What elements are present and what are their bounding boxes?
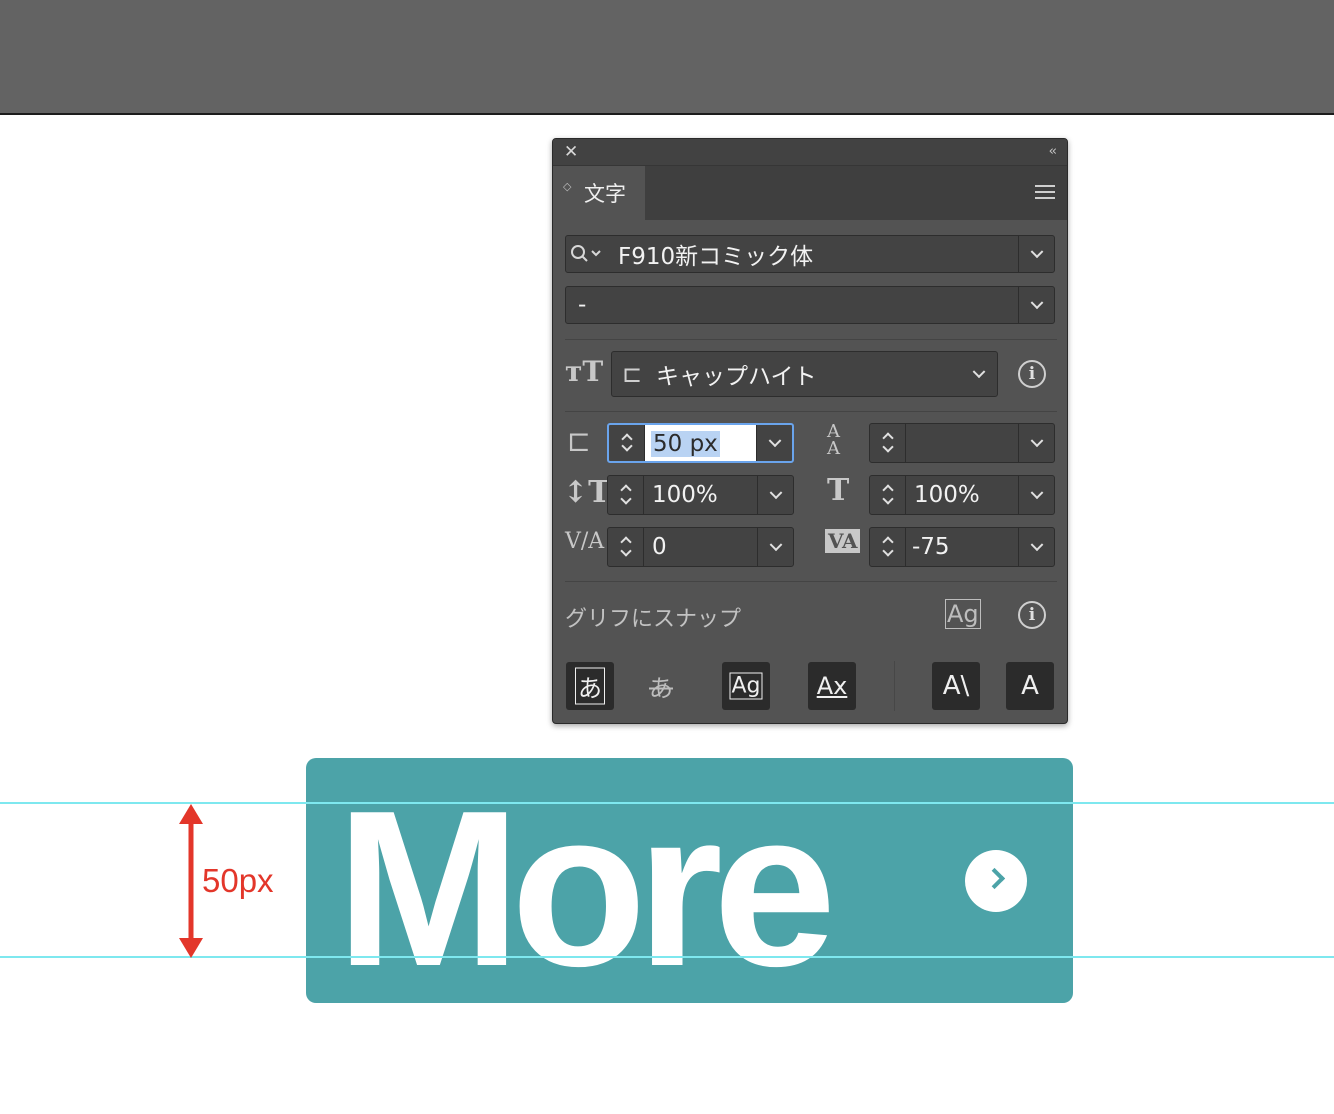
info-icon[interactable]: i (1018, 360, 1046, 388)
snap-glyph-bounds-button[interactable]: Ag (722, 662, 770, 710)
chevron-down-icon (768, 434, 781, 448)
horizontal-scale-value: 100% (914, 482, 980, 508)
snap-to-glyph-label: グリフにスナップ (565, 607, 742, 632)
size-reference-value: キャップハイト (656, 364, 817, 390)
measure-arrow-icon (179, 804, 203, 958)
tracking-dropdown[interactable] (1018, 528, 1054, 566)
horizontal-scale-stepper[interactable] (870, 476, 906, 514)
snap-glyph-icon[interactable]: Ag (945, 599, 981, 629)
tab-expand-icon[interactable]: ◇ (563, 181, 571, 192)
a-slant-glyph: A\ (942, 671, 970, 701)
horizontal-scale-dropdown[interactable] (1018, 476, 1054, 514)
chevron-down-icon (769, 538, 782, 552)
vertical-scale-field[interactable]: 100% (607, 475, 794, 515)
size-reference-select[interactable]: ⊏ キャップハイト (611, 351, 998, 397)
panel-tab-bar: ◇ 文字 (553, 166, 1067, 220)
divider (565, 581, 1057, 582)
font-size-value: 50 px (651, 431, 720, 457)
chevron-down-icon (1030, 296, 1043, 310)
snap-baseline-button[interactable]: あ (566, 662, 614, 710)
character-panel: ✕ ‹‹ ◇ 文字 F910新コミック体 - ᴛT ⊏ キャップハイト i ⊏ (552, 138, 1068, 724)
font-family-dropdown[interactable] (1018, 236, 1054, 272)
tracking-stepper[interactable] (870, 528, 906, 566)
font-family-field[interactable]: F910新コミック体 (565, 235, 1055, 273)
panel-title-bar[interactable]: ✕ ‹‹ (553, 139, 1067, 166)
font-size-field[interactable]: 50 px (607, 423, 794, 463)
chevron-down-icon (1030, 538, 1043, 552)
tab-character[interactable]: ◇ 文字 (553, 166, 645, 220)
a-corner-glyph: A (1021, 671, 1039, 701)
font-style-field[interactable]: - (565, 286, 1055, 324)
search-icon[interactable] (570, 244, 606, 266)
leading-stepper[interactable] (870, 424, 906, 462)
divider (565, 411, 1057, 412)
vertical-scale-icon: ↕T (563, 475, 611, 510)
font-style-value: - (578, 292, 587, 318)
tracking-field[interactable]: -75 (869, 527, 1055, 567)
chevron-right-icon (965, 850, 1027, 912)
tracking-value: -75 (912, 534, 950, 560)
chevron-down-icon (1030, 486, 1043, 500)
kerning-dropdown[interactable] (757, 528, 793, 566)
kerning-stepper[interactable] (608, 528, 644, 566)
measure-label: 50px (202, 862, 274, 899)
font-size-stepper[interactable] (609, 425, 645, 461)
font-size-icon: ⊏ (567, 425, 591, 458)
collapse-panel-icon[interactable]: ‹‹ (1049, 144, 1058, 159)
vertical-scale-value: 100% (652, 482, 718, 508)
vertical-scale-dropdown[interactable] (757, 476, 793, 514)
size-reference-icon: ᴛT (565, 355, 604, 388)
snap-em-box-button[interactable]: あ (637, 662, 685, 710)
horizontal-scale-icon: T (827, 473, 850, 508)
close-icon[interactable]: ✕ (564, 143, 578, 161)
leading-field[interactable] (869, 423, 1055, 463)
ag-box-glyph: Ag (729, 672, 763, 700)
tracking-icon: VA (825, 529, 861, 553)
divider (565, 339, 1057, 340)
app-top-bar (0, 0, 1334, 115)
chevron-down-icon (1030, 245, 1043, 259)
kerning-icon: V/A (565, 529, 605, 554)
angular-guides-button[interactable]: A\ (932, 662, 980, 710)
chevron-down-icon (972, 365, 986, 379)
leading-dropdown[interactable] (1018, 424, 1054, 462)
anchor-point-button[interactable]: A (1006, 662, 1054, 710)
kerning-field[interactable]: 0 (607, 527, 794, 567)
cap-height-icon: ⊏ (622, 360, 643, 388)
font-family-value: F910新コミック体 (618, 244, 814, 270)
font-size-dropdown[interactable] (756, 425, 792, 461)
snap-proximity-button[interactable]: Ax (808, 662, 856, 710)
kerning-value: 0 (652, 534, 667, 560)
chevron-down-icon (769, 486, 782, 500)
tab-character-label: 文字 (584, 182, 626, 206)
font-size-input[interactable]: 50 px (645, 425, 757, 461)
kana-box-glyph: あ (575, 667, 605, 705)
kana-strike-glyph: あ (649, 674, 673, 703)
font-style-dropdown[interactable] (1018, 287, 1054, 323)
horizontal-scale-field[interactable]: 100% (869, 475, 1055, 515)
ax-under-glyph: Ax (816, 672, 848, 700)
more-button-text[interactable]: More (336, 778, 836, 1000)
chevron-down-icon (1030, 434, 1043, 448)
divider (894, 661, 895, 711)
vertical-scale-stepper[interactable] (608, 476, 644, 514)
leading-icon: AA (827, 421, 840, 459)
panel-menu-icon[interactable] (1035, 185, 1055, 199)
info-icon[interactable]: i (1018, 601, 1046, 629)
